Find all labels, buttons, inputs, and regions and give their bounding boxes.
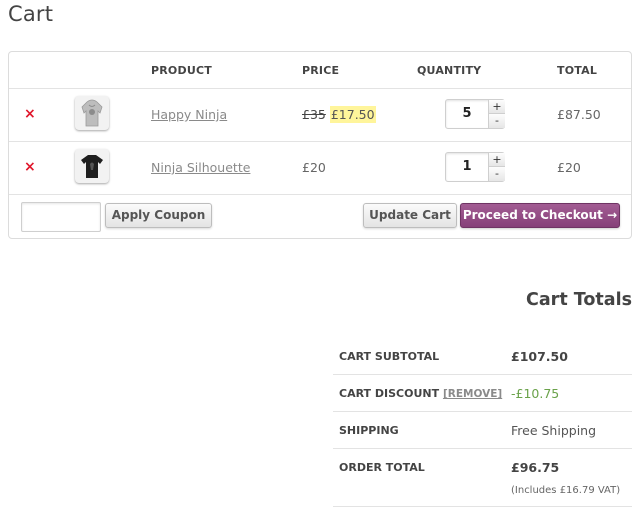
header-price: PRICE: [302, 64, 340, 77]
quantity-input[interactable]: 5: [446, 106, 488, 121]
hoodie-icon[interactable]: [75, 96, 109, 130]
order-total-label: ORDER TOTAL: [339, 461, 425, 474]
coupon-input[interactable]: [21, 202, 101, 232]
item-price: £20: [302, 160, 326, 175]
totals-row-discount: CART DISCOUNT [REMOVE] -£10.75: [333, 375, 632, 412]
item-total: £87.50: [557, 107, 601, 122]
subtotal-value: £107.50: [511, 349, 568, 364]
cart-actions: Apply Coupon Update Cart Proceed to Chec…: [9, 195, 631, 239]
remove-item-button[interactable]: ×: [24, 107, 36, 121]
totals-row-order-total: ORDER TOTAL £96.75: [333, 449, 632, 507]
totals-row-shipping: SHIPPING Free Shipping: [333, 412, 632, 449]
product-link-happy-ninja[interactable]: Happy Ninja: [151, 107, 227, 122]
discount-label-text: CART DISCOUNT: [339, 387, 440, 400]
subtotal-label: CART SUBTOTAL: [339, 350, 440, 363]
remove-item-button[interactable]: ×: [24, 160, 36, 174]
quantity-minus-button[interactable]: -: [488, 167, 505, 181]
apply-coupon-button[interactable]: Apply Coupon: [105, 203, 212, 228]
table-row: × Ninja Silhouette £20 1 + - £20: [9, 142, 631, 195]
item-price-sale: £17.50: [329, 106, 376, 123]
tshirt-icon[interactable]: [75, 149, 109, 183]
cart-totals-title: Cart Totals: [526, 290, 632, 310]
table-row: × Happy Ninja £35 £17.50 5 + - £87.50: [9, 89, 631, 142]
quantity-plus-button[interactable]: +: [488, 153, 505, 167]
item-price: £35 £17.50: [302, 106, 376, 123]
cart-table: PRODUCT PRICE QUANTITY TOTAL × Happy Nin…: [8, 51, 632, 239]
order-total-value: £96.75: [511, 460, 560, 475]
cart-table-header: PRODUCT PRICE QUANTITY TOTAL: [9, 52, 631, 89]
product-link-ninja-silhouette[interactable]: Ninja Silhouette: [151, 160, 250, 175]
quantity-stepper[interactable]: 5 + -: [445, 99, 505, 129]
quantity-plus-button[interactable]: +: [488, 100, 505, 114]
update-cart-button[interactable]: Update Cart: [363, 203, 457, 228]
totals-row-subtotal: CART SUBTOTAL £107.50: [333, 337, 632, 375]
header-total: TOTAL: [557, 64, 598, 77]
page-title: Cart: [8, 2, 54, 26]
item-total: £20: [557, 160, 581, 175]
header-product: PRODUCT: [151, 64, 212, 77]
shipping-label: SHIPPING: [339, 424, 399, 437]
item-price-old: £35: [302, 107, 326, 122]
vat-note: (Includes £16.79 VAT): [511, 485, 621, 496]
remove-discount-link[interactable]: [REMOVE]: [443, 388, 502, 400]
discount-value: -£10.75: [511, 386, 560, 401]
shipping-value: Free Shipping: [511, 423, 597, 438]
quantity-stepper[interactable]: 1 + -: [445, 152, 505, 182]
proceed-to-checkout-button[interactable]: Proceed to Checkout →: [460, 203, 620, 228]
header-quantity: QUANTITY: [417, 64, 482, 77]
quantity-minus-button[interactable]: -: [488, 114, 505, 128]
discount-label: CART DISCOUNT [REMOVE]: [339, 387, 502, 400]
quantity-input[interactable]: 1: [446, 159, 488, 174]
